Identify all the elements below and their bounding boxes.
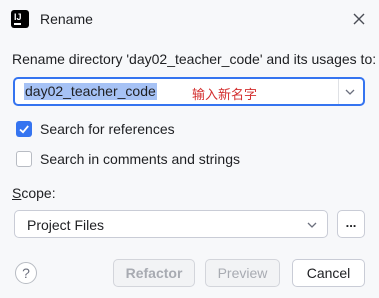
scope-label-mnemonic: S	[12, 185, 22, 201]
intellij-app-icon: IJ	[11, 10, 29, 28]
search-references-option[interactable]: Search for references	[16, 121, 216, 139]
title-bar: IJ Rename	[0, 0, 379, 40]
search-comments-label[interactable]: Search in comments and strings	[40, 151, 240, 167]
new-name-value[interactable]: day02_teacher_code	[24, 83, 157, 100]
help-button[interactable]: ?	[15, 262, 37, 284]
close-icon[interactable]	[349, 9, 369, 29]
scope-dropdown[interactable]: Project Files	[14, 210, 328, 238]
search-comments-checkbox[interactable]	[16, 151, 32, 167]
cancel-button[interactable]: Cancel	[292, 259, 365, 287]
new-name-combobox[interactable]: day02_teacher_code 输入新名字	[13, 77, 365, 106]
new-name-annotation: 输入新名字	[192, 88, 258, 103]
search-references-checkbox[interactable]	[16, 121, 32, 137]
scope-label: Scope:	[12, 185, 56, 201]
chevron-down-icon[interactable]	[342, 84, 358, 100]
refactor-button[interactable]: Refactor	[113, 259, 195, 287]
scope-more-button[interactable]: ...	[337, 210, 365, 238]
scope-value: Project Files	[27, 217, 105, 233]
chevron-down-icon[interactable]	[304, 217, 320, 233]
dialog-title: Rename	[40, 11, 93, 27]
rename-prompt: Rename directory 'day02_teacher_code' an…	[12, 51, 377, 67]
search-references-label[interactable]: Search for references	[40, 121, 175, 137]
scope-label-rest: cope:	[21, 185, 56, 201]
new-name-input[interactable]: day02_teacher_code 输入新名字	[15, 79, 337, 104]
app-icon-text: IJ	[14, 12, 22, 22]
search-comments-option[interactable]: Search in comments and strings	[16, 151, 256, 169]
combobox-divider	[338, 79, 339, 104]
preview-button[interactable]: Preview	[205, 259, 280, 287]
